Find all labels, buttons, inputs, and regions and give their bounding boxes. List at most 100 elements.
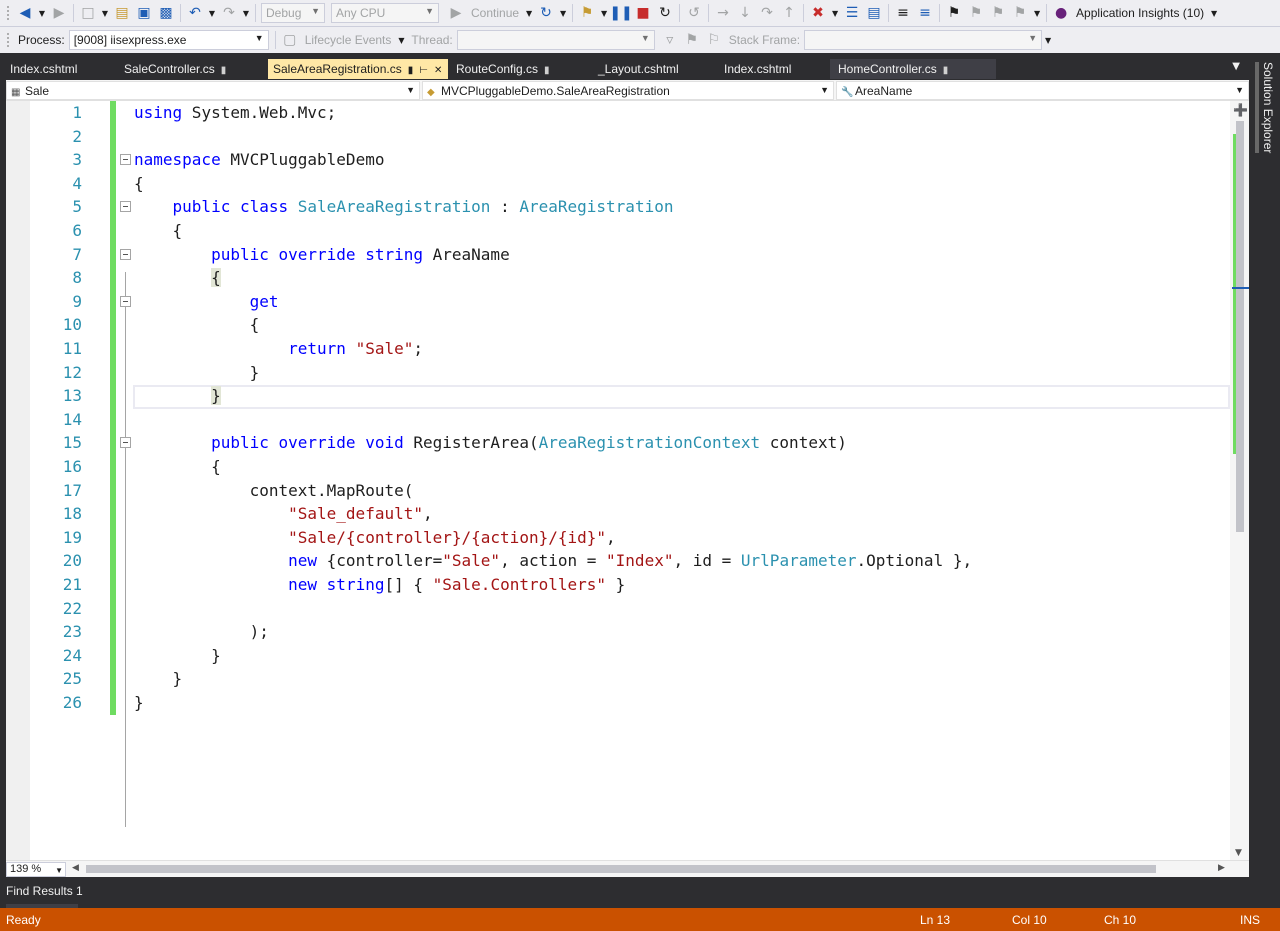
prev-bookmark-icon[interactable]: ⚑ bbox=[965, 2, 987, 24]
solution-configuration-select[interactable]: Debug ▼ bbox=[261, 3, 325, 23]
chevron-down-icon[interactable]: ▼ bbox=[829, 2, 841, 24]
chevron-down-icon[interactable]: ▼ bbox=[523, 2, 535, 24]
pin-icon[interactable]: ▮ bbox=[943, 65, 949, 76]
scroll-left-icon[interactable]: ◀ bbox=[72, 863, 79, 873]
tab-salecontroller[interactable]: SaleController.cs ▮ bbox=[116, 59, 266, 79]
outdent-icon[interactable]: ≡ bbox=[892, 2, 914, 24]
open-file-icon[interactable]: ▤ bbox=[111, 2, 133, 24]
close-icon[interactable]: ✕ bbox=[434, 65, 442, 76]
process-select[interactable]: [9008] iisexpress.exe ▼ bbox=[68, 30, 269, 50]
tab-salearearegistration[interactable]: SaleAreaRegistration.cs ▮ ⊢ ✕ bbox=[268, 59, 448, 79]
breakpoint-toggle-icon[interactable]: ✖ bbox=[807, 2, 829, 24]
stack-frame-select[interactable]: ▼ bbox=[804, 30, 1043, 50]
property-wrench-icon: 🔧 bbox=[841, 87, 854, 98]
process-label: Process: bbox=[18, 33, 65, 47]
change-marker bbox=[110, 620, 116, 644]
new-project-icon[interactable]: □ bbox=[77, 2, 99, 24]
type-dropdown[interactable]: ◆ MVCPluggableDemo.SaleAreaRegistration ▼ bbox=[422, 81, 834, 100]
tab-layout-cshtml[interactable]: _Layout.cshtml bbox=[590, 59, 710, 79]
thread-select[interactable]: ▼ bbox=[456, 30, 655, 50]
line-number: 6 bbox=[72, 221, 82, 240]
collapse-icon[interactable] bbox=[120, 295, 131, 307]
code-text: get bbox=[249, 291, 279, 311]
chevron-down-icon[interactable]: ▼ bbox=[1208, 2, 1220, 24]
code-editor[interactable]: 1 using System.Web.Mvc; 2 3 namespace MVCP… bbox=[6, 101, 1249, 860]
bookmark-icon[interactable]: ⚑ bbox=[943, 2, 965, 24]
chevron-down-icon[interactable]: ▼ bbox=[36, 2, 48, 24]
undo-icon[interactable]: ↶ bbox=[184, 2, 206, 24]
browser-link-icon[interactable]: ⚑ bbox=[576, 2, 598, 24]
chevron-down-icon[interactable]: ▼ bbox=[557, 2, 569, 24]
code-text: { bbox=[134, 221, 183, 240]
change-marker bbox=[110, 313, 116, 337]
lightbulb-icon[interactable]: ● bbox=[1050, 2, 1072, 24]
collapse-icon[interactable] bbox=[120, 248, 131, 260]
project-dropdown[interactable]: ▦ Sale ▼ bbox=[6, 81, 420, 100]
split-window-icon[interactable]: ➕ bbox=[1233, 103, 1248, 117]
status-line: Ln 13 bbox=[920, 913, 951, 927]
chevron-down-icon: ▼ bbox=[1235, 85, 1244, 95]
zoom-select[interactable]: 139 % ▼ bbox=[6, 862, 66, 877]
filter-flagged-icon[interactable]: ⚑ bbox=[681, 29, 703, 51]
pin-icon[interactable]: ▮ bbox=[221, 65, 227, 76]
tab-homecontroller[interactable]: HomeController.cs ▮ bbox=[830, 59, 996, 79]
restart-icon[interactable]: ↻ bbox=[654, 2, 676, 24]
chevron-down-icon[interactable]: ▼ bbox=[1031, 2, 1043, 24]
pin-icon[interactable]: ▮ bbox=[544, 65, 550, 76]
tab-index-cshtml-2[interactable]: Index.cshtml bbox=[716, 59, 826, 79]
vertical-scrollbar[interactable]: ➕ ▼ bbox=[1230, 101, 1249, 860]
continue-icon[interactable]: ▶ bbox=[445, 2, 467, 24]
redo-icon[interactable]: ↷ bbox=[218, 2, 240, 24]
continue-button[interactable]: Continue bbox=[467, 6, 523, 20]
step-into-icon[interactable]: → bbox=[712, 2, 734, 24]
step-over-icon[interactable]: ↓ bbox=[734, 2, 756, 24]
chevron-down-icon[interactable]: ▼ bbox=[240, 2, 252, 24]
chevron-down-icon[interactable]: ▼ bbox=[1042, 29, 1054, 51]
comment-icon[interactable]: ☰ bbox=[841, 2, 863, 24]
filter-icon[interactable]: ▿ bbox=[659, 29, 681, 51]
scrollbar-thumb[interactable] bbox=[1236, 121, 1244, 532]
chevron-down-icon[interactable]: ▼ bbox=[395, 29, 407, 51]
pin-icon[interactable]: ▮ bbox=[408, 65, 414, 76]
lifecycle-events-button[interactable]: Lifecycle Events bbox=[301, 33, 396, 47]
scroll-right-icon[interactable]: ▶ bbox=[1218, 863, 1225, 873]
stop-debugging-icon[interactable]: ■ bbox=[632, 2, 654, 24]
refresh-icon[interactable]: ↻ bbox=[535, 2, 557, 24]
scroll-down-icon[interactable]: ▼ bbox=[1235, 848, 1242, 858]
uncomment-icon[interactable]: ▤ bbox=[863, 2, 885, 24]
collapse-icon[interactable] bbox=[120, 437, 131, 449]
show-next-statement-icon[interactable]: ↺ bbox=[683, 2, 705, 24]
tab-index-cshtml[interactable]: Index.cshtml bbox=[2, 59, 112, 79]
solution-explorer-tab[interactable]: Solution Explorer bbox=[1255, 62, 1275, 154]
horizontal-scrollbar-thumb[interactable] bbox=[86, 865, 1156, 873]
solution-platform-select[interactable]: Any CPU ▼ bbox=[331, 3, 439, 23]
save-all-icon[interactable]: ▩ bbox=[155, 2, 177, 24]
chevron-down-icon[interactable]: ▼ bbox=[99, 2, 111, 24]
toolbar-grip[interactable] bbox=[6, 32, 10, 48]
toolbar-separator bbox=[679, 4, 681, 22]
find-results-tab[interactable]: Find Results 1 bbox=[6, 884, 83, 898]
save-icon[interactable]: ▣ bbox=[133, 2, 155, 24]
application-insights-button[interactable]: Application Insights (10) bbox=[1072, 6, 1208, 20]
step-out-icon[interactable]: ↷ bbox=[756, 2, 778, 24]
break-all-icon[interactable]: ❚❚ bbox=[609, 2, 632, 24]
indent-icon[interactable]: ≡ bbox=[914, 2, 936, 24]
member-dropdown[interactable]: 🔧 AreaName ▼ bbox=[836, 81, 1249, 100]
flag-icon[interactable]: ⚐ bbox=[703, 29, 725, 51]
lifecycle-events-icon[interactable]: ▢ bbox=[279, 29, 301, 51]
code-line: 26} bbox=[6, 691, 1230, 715]
step-back-icon[interactable]: ↑ bbox=[778, 2, 800, 24]
clear-bookmarks-icon[interactable]: ⚑ bbox=[1009, 2, 1031, 24]
collapse-icon[interactable] bbox=[120, 154, 131, 166]
keep-open-icon[interactable]: ⊢ bbox=[419, 65, 428, 76]
next-bookmark-icon[interactable]: ⚑ bbox=[987, 2, 1009, 24]
navigate-forward-icon[interactable]: ▶ bbox=[48, 2, 70, 24]
chevron-down-icon[interactable]: ▼ bbox=[206, 2, 218, 24]
tab-overflow-icon[interactable]: ▼ bbox=[1232, 61, 1240, 72]
chevron-down-icon[interactable]: ▼ bbox=[598, 2, 610, 24]
navigate-back-icon[interactable]: ◀ bbox=[14, 2, 36, 24]
tab-routeconfig[interactable]: RouteConfig.cs ▮ bbox=[448, 59, 588, 79]
toolbar-grip[interactable] bbox=[6, 5, 10, 21]
code-text: { bbox=[134, 173, 144, 193]
collapse-icon[interactable] bbox=[120, 201, 131, 213]
